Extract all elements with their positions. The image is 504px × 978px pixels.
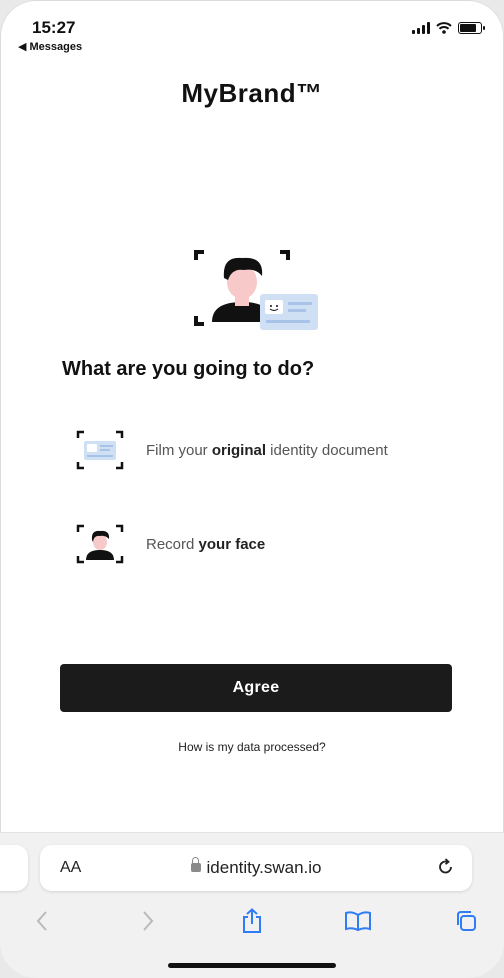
wifi-icon <box>436 22 452 34</box>
id-document-icon <box>76 430 124 470</box>
battery-icon <box>458 22 485 34</box>
forward-icon[interactable] <box>134 907 162 935</box>
safari-toolbar: AA identity.swan.io <box>0 832 504 978</box>
page-heading: What are you going to do? <box>62 358 315 380</box>
signal-icon <box>412 22 430 34</box>
brand-title: MyBrand™ <box>181 78 323 108</box>
bookmarks-icon[interactable] <box>344 907 372 935</box>
agree-button[interactable]: Agree <box>60 664 452 712</box>
phone-screen: 15:27 ◀ Messages MyBrand™ What are you g… <box>0 0 504 978</box>
back-to-messages[interactable]: ◀ Messages <box>18 40 82 53</box>
tabs-icon[interactable] <box>452 907 480 935</box>
browser-toolbar <box>0 903 504 939</box>
url-text: identity.swan.io <box>206 858 322 877</box>
url-display[interactable]: identity.swan.io <box>40 857 472 878</box>
step-record-face: Record your face <box>74 522 265 566</box>
share-icon[interactable] <box>238 907 266 935</box>
step-film-document-label: Film your original identity document <box>146 441 388 459</box>
battery-level <box>460 24 476 32</box>
face-scan-illustration <box>194 250 318 330</box>
previous-tab-preview[interactable] <box>0 845 28 891</box>
step-record-face-label: Record your face <box>146 535 266 553</box>
status-icons <box>412 22 485 34</box>
home-indicator <box>168 963 336 968</box>
address-bar[interactable]: AA identity.swan.io <box>40 845 472 891</box>
data-processing-link[interactable]: How is my data processed? <box>0 740 504 754</box>
step-film-document: Film your original identity document <box>74 428 388 472</box>
face-record-icon <box>76 524 124 564</box>
status-time: 15:27 <box>32 18 76 37</box>
back-icon[interactable] <box>28 907 56 935</box>
reload-icon[interactable] <box>436 857 456 877</box>
lock-icon <box>190 857 201 872</box>
